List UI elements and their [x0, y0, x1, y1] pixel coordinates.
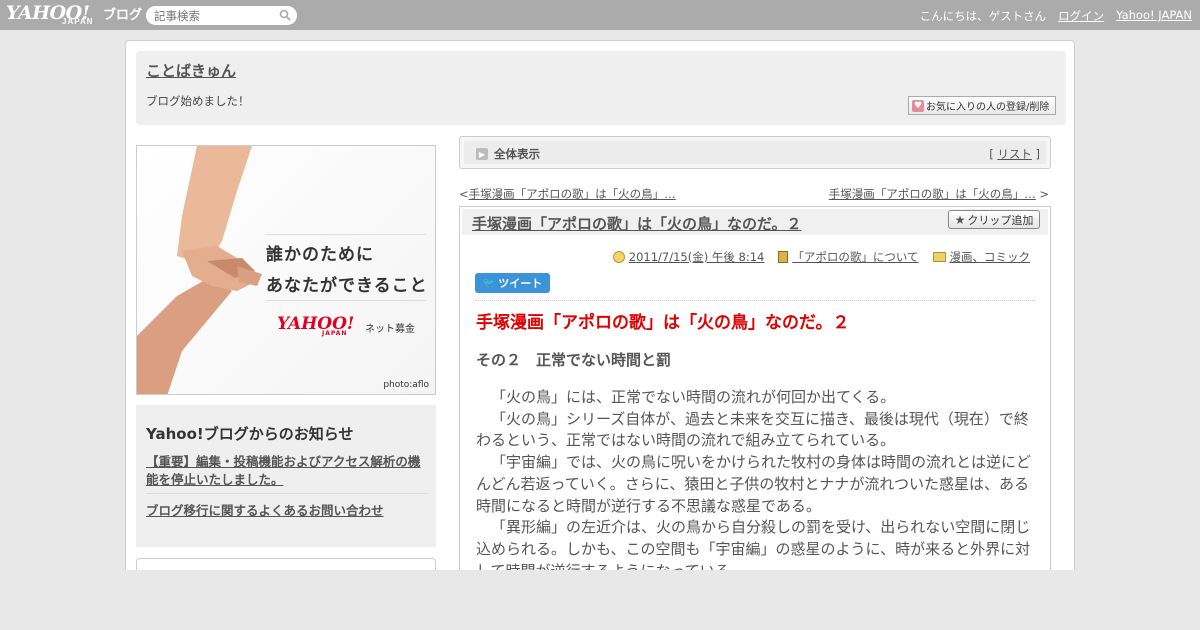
notice-link-faq[interactable]: ブログ移行に関するよくあるお問い合わせ — [146, 500, 384, 519]
view-mode-bar: ▶ 全体表示 [ リスト ] — [459, 136, 1051, 169]
prev-article-nav: <手塚漫画「アポロの歌」は「火の鳥」… — [459, 186, 676, 202]
favorite-register-label: お気に入りの人の登録/削除 — [926, 102, 1050, 113]
top-right-nav: こんにちは、ゲストさん ログイン Yahoo! JAPAN — [920, 8, 1192, 24]
meta-date: 2011/7/15(金) 午後 8:14 — [612, 249, 765, 265]
article-subheading: その２ 正常でない時間と罰 — [476, 351, 672, 369]
folder-icon — [932, 252, 946, 262]
notice-title: Yahoo!ブログからのお知らせ — [146, 425, 354, 443]
list-link-wrapper: [ リスト ] — [989, 146, 1040, 162]
clip-add-label: クリップ追加 — [967, 213, 1034, 227]
article-header: 手塚漫画「アポロの歌」は「火の鳥」なのだ。２ ★ クリップ追加 — [462, 209, 1048, 235]
article-meta: 2011/7/15(金) 午後 8:14 「アポロの歌」について 漫画、コミック — [612, 249, 1031, 265]
clip-add-button[interactable]: ★ クリップ追加 — [948, 210, 1040, 229]
donation-banner[interactable]: 誰かのために あなたができること YAHOO! JAPAN ネット募金 phot… — [136, 145, 436, 395]
article: 手塚漫画「アポロの歌」は「火の鳥」なのだ。２ ★ クリップ追加 2011/7/1… — [459, 206, 1051, 630]
search-box — [146, 6, 297, 25]
bracket-close: ] — [1031, 147, 1040, 161]
notice-divider — [146, 493, 428, 494]
search-icon[interactable] — [279, 9, 291, 21]
top-bar: YAHOO! JAPAN ブログ こんにちは、ゲストさん ログイン Yahoo!… — [0, 0, 1200, 30]
blog-title[interactable]: ことばきゅん — [146, 60, 236, 81]
category-link[interactable]: 「アポロの歌」について — [792, 249, 918, 265]
yahoo-japan-link[interactable]: Yahoo! JAPAN — [1116, 8, 1192, 24]
photo-credit: photo:aflo — [383, 380, 429, 390]
login-link[interactable]: ログイン — [1058, 8, 1104, 24]
notice-link-important[interactable]: 【重要】編集・投稿機能およびアクセス解析の機能を停止いたしました。 — [146, 453, 428, 489]
article-title[interactable]: 手塚漫画「アポロの歌」は「火の鳥」なのだ。２ — [472, 213, 802, 234]
article-body-title: 手塚漫画「アポロの歌」は「火の鳥」なのだ。２ — [476, 313, 850, 333]
genre-link[interactable]: 漫画、コミック — [950, 249, 1031, 265]
list-view-link[interactable]: リスト — [997, 147, 1032, 161]
date-link[interactable]: 2011/7/15(金) 午後 8:14 — [629, 249, 765, 265]
blog-logo-label[interactable]: ブログ — [103, 4, 142, 23]
notice-box: Yahoo!ブログからのお知らせ 【重要】編集・投稿機能およびアクセス解析の機能… — [136, 405, 436, 547]
article-paragraph: 「火の鳥」には、正常でない時間の流れが何回か出てくる。 — [491, 388, 896, 406]
book-icon — [778, 251, 789, 263]
article-paragraph: 「宇宙編」では、火の鳥に呪いをかけられた牧村の身体は時間の流れとは逆にどんどん若… — [476, 453, 1032, 515]
banner-headline-2: あなたができること — [266, 276, 428, 296]
banner-yahoo-logo-japan: JAPAN — [322, 330, 348, 337]
favorite-register-button[interactable]: ♥ お気に入りの人の登録/削除 — [908, 96, 1056, 115]
blog-description: ブログ始めました！ — [146, 94, 250, 108]
next-article-link[interactable]: 手塚漫画「アポロの歌」は「火の鳥」… — [829, 187, 1036, 201]
star-icon: ★ — [954, 212, 966, 227]
next-article-nav: 手塚漫画「アポロの歌」は「火の鳥」… > — [829, 186, 1049, 202]
tweet-button[interactable]: 🐦 ツイート — [475, 273, 550, 293]
twitter-bird-icon: 🐦 — [482, 277, 496, 289]
blog-header: ことばきゅん ブログ始めました！ ♥ お気に入りの人の登録/削除 — [136, 51, 1066, 125]
meta-category: 「アポロの歌」について — [778, 249, 919, 265]
view-mode-bar-inner: ▶ 全体表示 [ リスト ] — [464, 141, 1046, 164]
banner-headline-1: 誰かのために — [266, 245, 374, 265]
article-divider — [475, 300, 1035, 301]
tweet-label: ツイート — [498, 277, 543, 290]
yahoo-logo-japan: JAPAN — [62, 17, 94, 26]
article-paragraph: 「火の鳥」シリーズ自体が、過去と未来を交互に描き、最後は現代（現在）で終わるとい… — [476, 409, 1029, 450]
view-all-label: 全体表示 — [494, 147, 540, 161]
banner-divider — [266, 300, 426, 301]
greeting-text: こんにちは、ゲストさん — [919, 9, 1047, 23]
footer-band — [0, 570, 1200, 630]
next-arrow: > — [1035, 187, 1049, 201]
prev-article-link[interactable]: 手塚漫画「アポロの歌」は「火の鳥」… — [469, 187, 676, 201]
banner-donation-label: ネット募金 — [365, 324, 415, 335]
banner-divider — [266, 234, 426, 235]
search-input[interactable] — [154, 8, 274, 23]
prev-arrow: < — [459, 187, 469, 201]
clock-icon — [612, 251, 625, 263]
meta-genre: 漫画、コミック — [932, 249, 1031, 265]
arrow-right-icon: ▶ — [476, 148, 488, 160]
article-body: 「火の鳥」には、正常でない時間の流れが何回か出てくる。 「火の鳥」シリーズ自体が… — [476, 387, 1039, 582]
heart-icon: ♥ — [912, 99, 924, 112]
blog-frame: ことばきゅん ブログ始めました！ ♥ お気に入りの人の登録/削除 誰かのために … — [125, 40, 1075, 630]
